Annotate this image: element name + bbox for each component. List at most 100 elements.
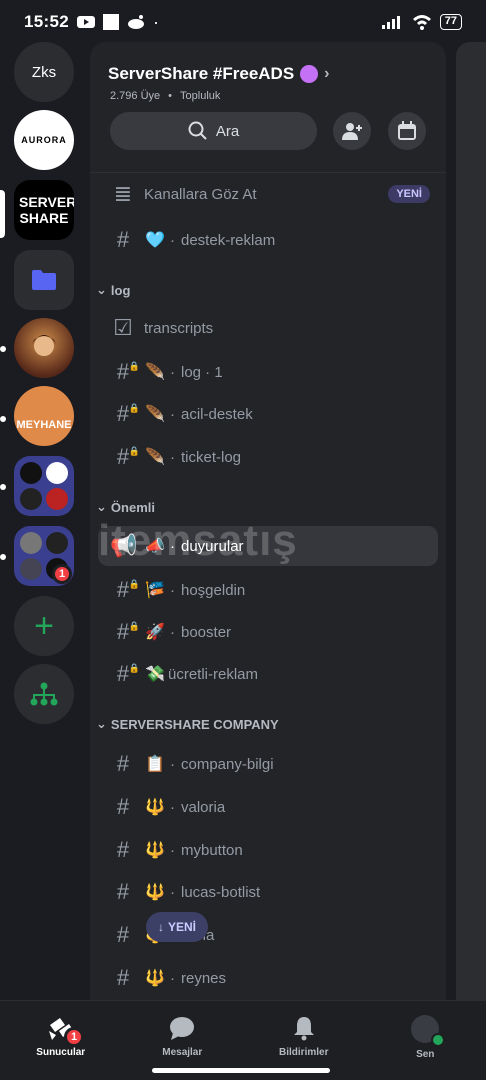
separator-dot: · [170, 841, 175, 859]
server-folder[interactable] [14, 250, 74, 310]
server-header[interactable]: ServerShare #FreeADS › [108, 64, 330, 84]
channel-transcripts[interactable]: ☑ transcripts [98, 308, 438, 348]
browse-list-icon: ≣ [113, 181, 133, 206]
jump-to-new-button[interactable]: ↓ YENİ [146, 912, 208, 942]
more-dot-icon: · [152, 11, 159, 32]
servers-badge: 1 [64, 1027, 84, 1047]
unread-dot [0, 484, 6, 490]
channel-emoji: 🪶 [145, 364, 165, 381]
channel-hosgeldin[interactable]: # 🔒 🎏 · hoşgeldin [98, 570, 438, 610]
nav-messages-label: Mesajlar [162, 1047, 203, 1058]
home-indicator[interactable] [152, 1068, 330, 1073]
search-button[interactable]: Ara [110, 112, 317, 150]
reddit-icon [127, 15, 144, 29]
server-anime[interactable] [14, 318, 74, 378]
nav-servers[interactable]: 1 Sunucular [0, 1001, 122, 1080]
channel-acil-destek[interactable]: # 🔒 🪶 · acil-destek [98, 394, 438, 434]
unread-dot [0, 346, 6, 352]
server-folder-group[interactable] [14, 456, 74, 516]
hierarchy-icon [30, 682, 58, 706]
separator-dot: · [170, 231, 175, 249]
channel-emoji: 🪶 [145, 406, 165, 423]
channel-lucas-botlist[interactable]: # 🔱 · lucas-botlist [98, 872, 438, 912]
search-label: Ara [215, 122, 240, 140]
browse-channels[interactable]: ≣ Kanallara Göz At YENİ [98, 174, 438, 214]
channel-log[interactable]: # 🔒 🪶 · log · 1 [98, 352, 438, 392]
signal-icon [381, 16, 400, 29]
hash-icon: # [116, 794, 130, 819]
category-log[interactable]: ⌄ log [96, 282, 130, 298]
channel-reynes[interactable]: # 🔱 · reynes [98, 958, 438, 998]
channel-name: booster [181, 623, 232, 641]
channel-name: acil-destek [181, 405, 253, 423]
channel-ticket-log[interactable]: # 🔒 🪶 · ticket-log [98, 437, 438, 477]
server-name: ServerShare #FreeADS [108, 64, 295, 83]
separator-dot: · [170, 405, 175, 423]
category-label: log [110, 282, 131, 298]
channel-valoria[interactable]: # 🔱 · valoria [98, 787, 438, 827]
folder-badge: 1 [52, 564, 72, 584]
server-meta: 2.796 Üye • Topluluk [110, 90, 220, 102]
browse-label: Kanallara Göz At [144, 185, 257, 203]
channel-emoji: 🔱 [145, 842, 165, 859]
online-status-icon [431, 1033, 446, 1047]
server-folder-group-2[interactable]: 1 [14, 526, 74, 586]
home-button[interactable]: Zks [14, 42, 74, 102]
header-divider [90, 172, 446, 173]
channel-duyurular[interactable]: 📢 📣 · duyurular [98, 526, 438, 566]
nav-notifications-label: Bildirimler [279, 1047, 329, 1058]
hash-icon: # [116, 922, 130, 947]
channel-emoji: 🔱 [145, 884, 165, 901]
chevron-down-icon: ⌄ [96, 499, 107, 514]
calendar-icon [398, 121, 416, 140]
arrow-down-icon: ↓ [157, 920, 164, 934]
channel-destek-reklam[interactable]: # 🩵 · destek-reklam [98, 220, 438, 260]
add-server-button[interactable]: + [14, 596, 74, 656]
boost-badge-icon [300, 65, 319, 83]
channel-booster[interactable]: # 🔒 🚀 · booster [98, 612, 438, 652]
chat-peek-panel[interactable] [456, 42, 486, 1002]
server-servershare[interactable]: SERVER SHARE [14, 180, 74, 240]
locked-hash-icon: # 🔒 [116, 444, 140, 469]
channel-name: transcripts [144, 319, 214, 337]
channel-name: valoria [181, 798, 226, 816]
avatar [411, 1015, 446, 1047]
discover-button[interactable] [14, 664, 74, 724]
invite-button[interactable] [333, 112, 371, 150]
wifi-icon [412, 15, 431, 30]
battery-indicator: 77 [439, 14, 462, 30]
chevron-down-icon: ⌄ [96, 282, 107, 297]
category-onemli[interactable]: ⌄ Önemli [96, 499, 155, 515]
channel-name: company-bilgi [181, 755, 274, 773]
add-member-icon [342, 123, 362, 140]
bell-icon [293, 1017, 314, 1041]
channel-emoji: 📣 [145, 538, 165, 555]
category-servershare-company[interactable]: ⌄ SERVERSHARE COMPANY [96, 716, 279, 732]
server-rail: Zks AURORA SERVER SHARE MEYHANE 1 + [0, 40, 90, 1000]
folder-icon [32, 270, 56, 290]
forum-icon: ☑ [113, 315, 133, 340]
nav-you-label: Sen [416, 1049, 435, 1060]
channel-emoji: 💸 [145, 666, 165, 683]
channel-company-bilgi[interactable]: # 📋 · company-bilgi [98, 744, 438, 784]
hash-icon: # [116, 837, 130, 862]
server-servershare-label: SERVER SHARE [19, 194, 74, 226]
channel-emoji: 🪶 [145, 449, 165, 466]
nav-you[interactable]: Sen [365, 1001, 486, 1080]
status-bar: 15:52 · 77 [0, 0, 486, 44]
events-button[interactable] [388, 112, 426, 150]
unread-dot [0, 416, 6, 422]
separator-dot: · [170, 363, 175, 381]
channel-name: mybutton [181, 841, 243, 859]
server-aurora-label: AURORA [21, 135, 67, 145]
chevron-down-icon: ⌄ [96, 716, 107, 731]
plus-icon: + [34, 607, 54, 645]
channel-emoji: 🩵 [145, 232, 165, 249]
server-meyhane[interactable]: MEYHANE [14, 386, 74, 446]
channel-ucretli-reklam[interactable]: # 🔒 💸 ücretli-reklam [98, 654, 438, 694]
channel-name: reynes [181, 969, 227, 987]
channel-mybutton[interactable]: # 🔱 · mybutton [98, 830, 438, 870]
separator-dot: · [170, 537, 175, 555]
search-icon [188, 121, 207, 140]
server-aurora[interactable]: AURORA [14, 110, 74, 170]
